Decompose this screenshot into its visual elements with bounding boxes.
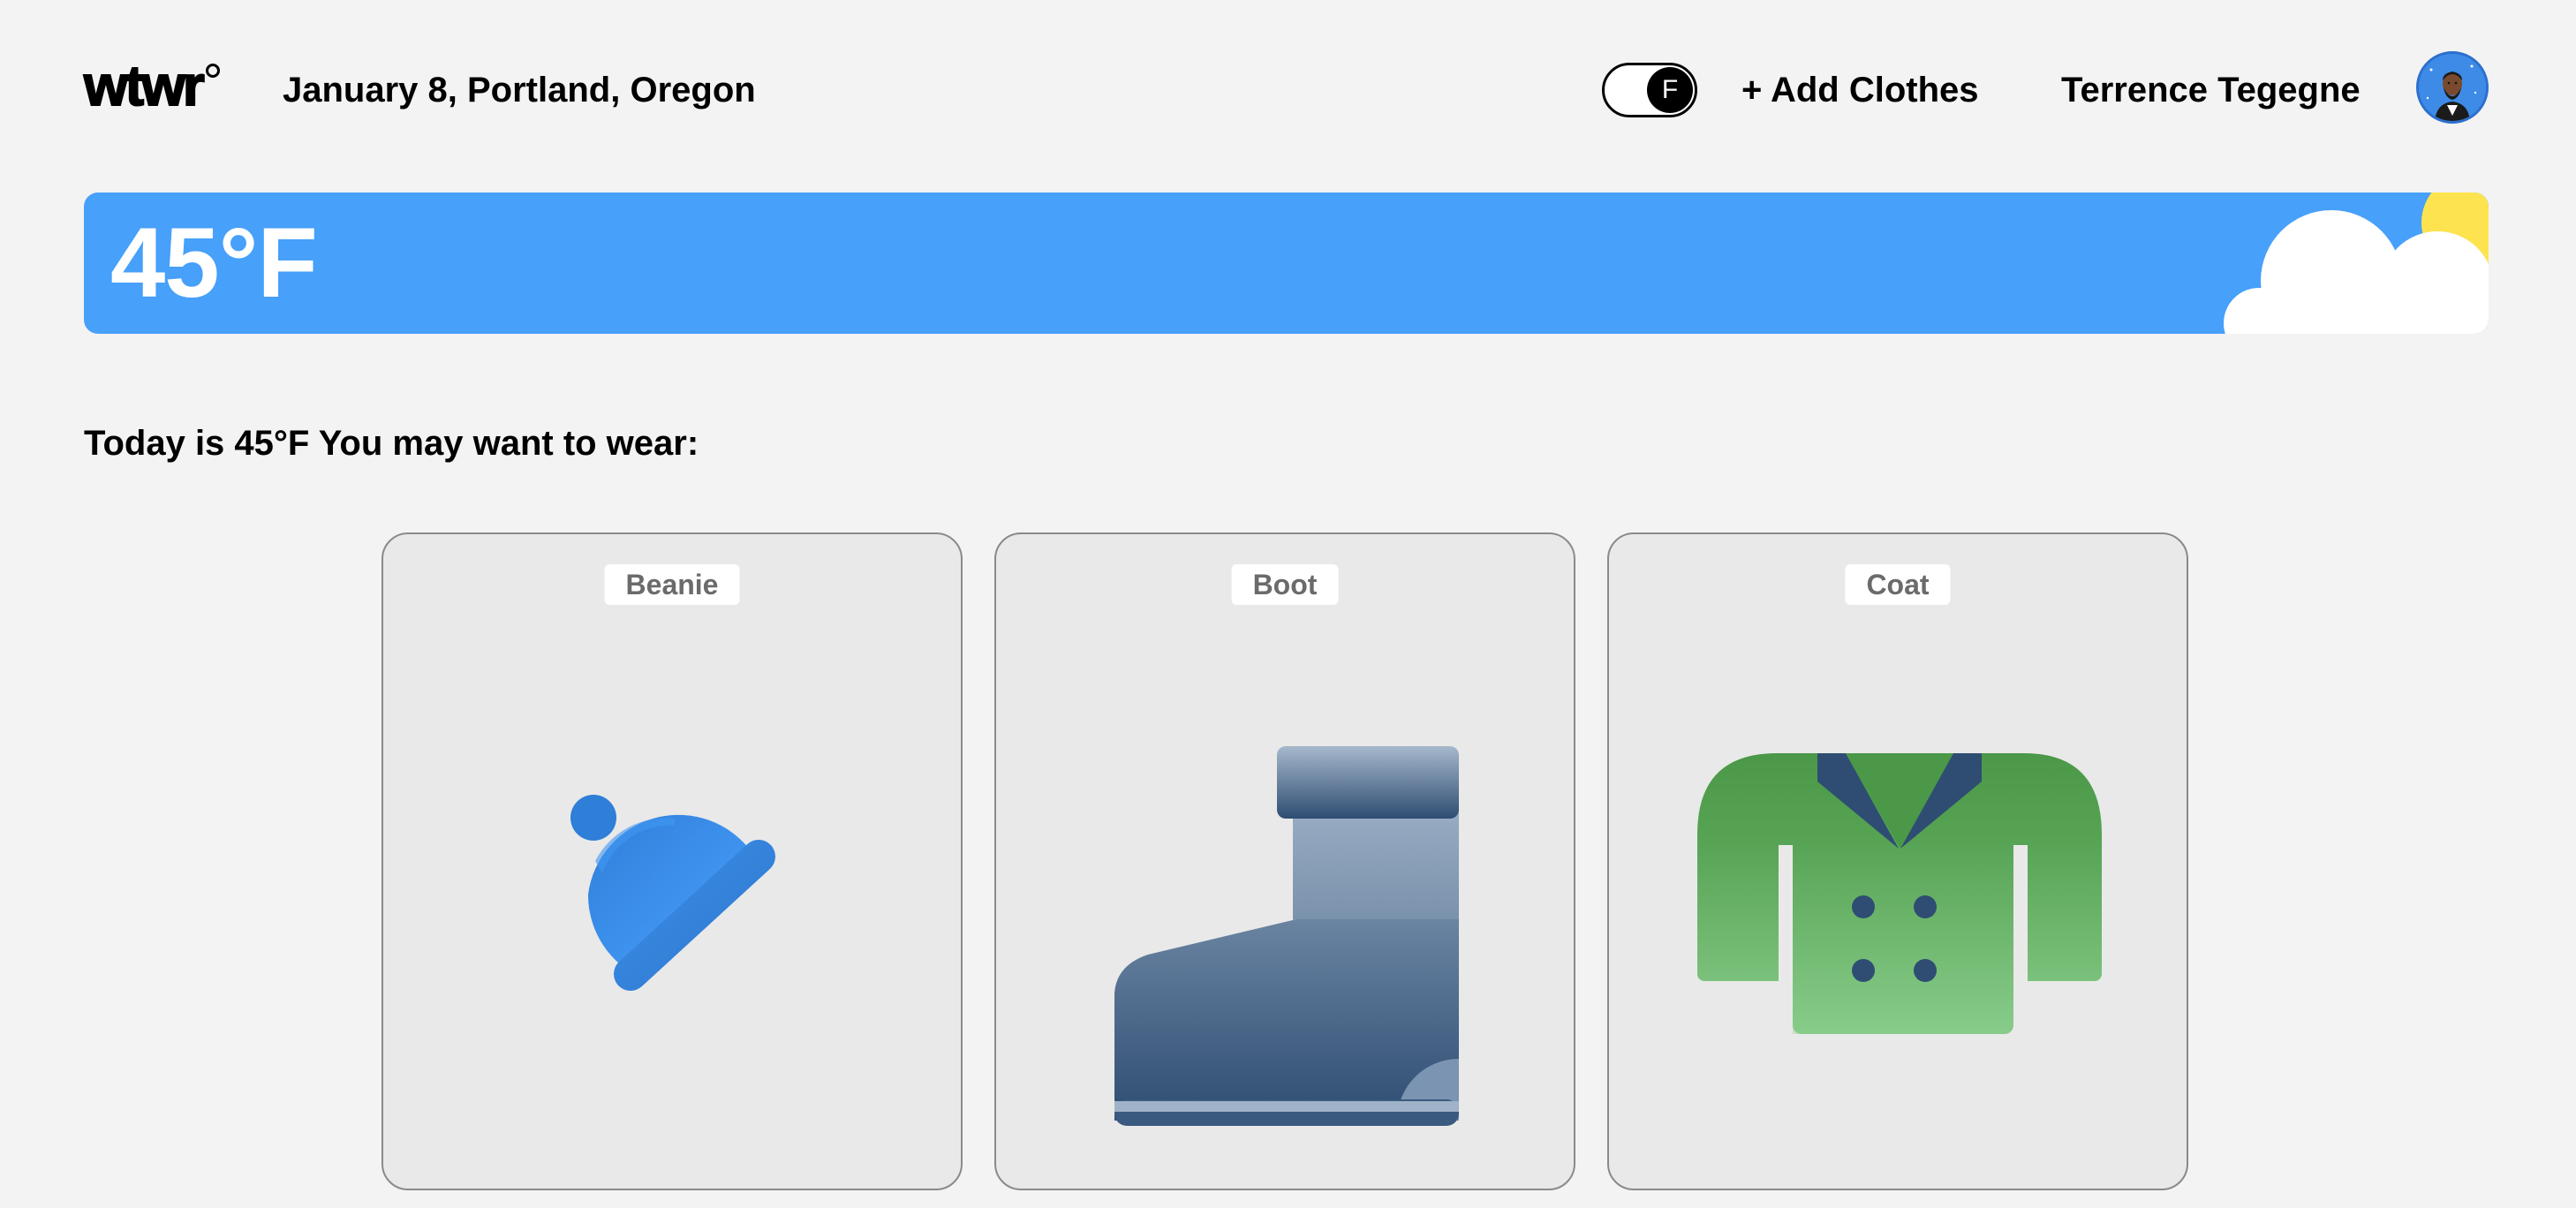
clothing-card-boot[interactable]: Boot [994,532,1575,1190]
card-label: Coat [1845,564,1951,605]
user-name[interactable]: Terrence Tegegne [2061,67,2361,113]
avatar-image [2419,54,2486,121]
clothing-cards: Beanie Boot Coat [381,532,2192,1191]
logo-degree-mark [205,64,220,78]
clothing-card-beanie[interactable]: Beanie [381,532,963,1190]
add-clothes-button[interactable]: + Add Clothes [1741,67,1979,113]
weather-illustration [2224,193,2489,334]
clothing-card-coat[interactable]: Coat [1607,532,2188,1190]
avatar[interactable] [2416,51,2489,124]
logo[interactable]: wtwr [83,54,220,117]
logo-text: wtwr [83,54,206,117]
temperature-unit-toggle[interactable]: F [1602,63,1697,117]
weather-card: 45°F [84,193,2489,334]
app-header: wtwr January 8, Portland, Oregon F + Add… [0,0,2576,177]
toggle-knob: F [1647,67,1693,113]
beanie-icon [570,795,775,991]
boot-icon [1114,746,1459,1126]
card-label: Boot [1231,564,1339,605]
card-label: Beanie [604,564,740,605]
temperature-display: 45°F [110,208,318,318]
recommendation-text: Today is 45°F You may want to wear: [84,424,699,463]
date-location: January 8, Portland, Oregon [283,71,756,109]
coat-icon [1697,753,2102,1034]
